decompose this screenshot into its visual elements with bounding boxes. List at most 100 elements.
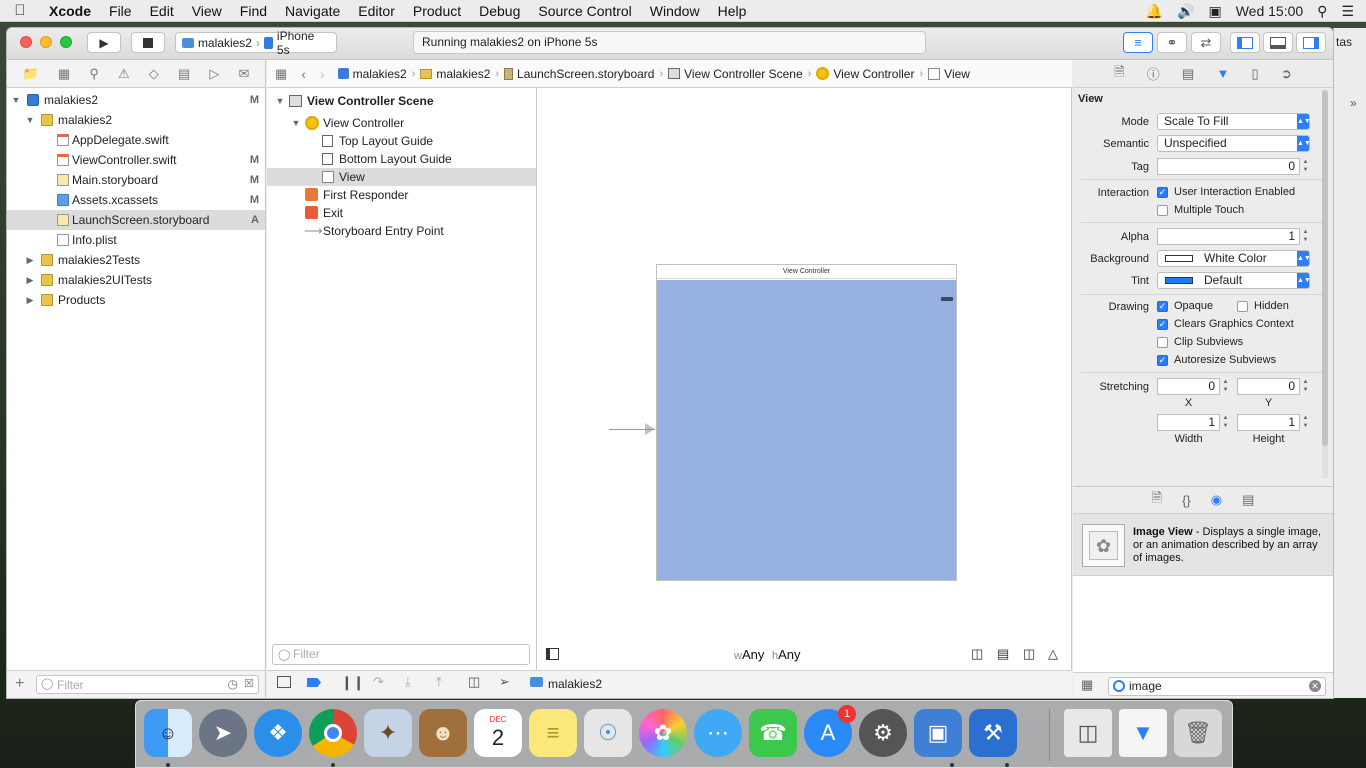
test-navigator-icon[interactable]: ◇ [149, 66, 159, 82]
file-inspector-icon[interactable]: 🗎 [1114, 63, 1124, 85]
safari-icon[interactable]: ❖ [254, 709, 302, 757]
tree-row-file[interactable]: ViewController.swift M [7, 150, 265, 170]
display-icon[interactable]: ▣ [1208, 3, 1221, 20]
debug-navigator-icon[interactable]: ▤ [178, 66, 190, 82]
debug-target-name[interactable]: malakies2 [548, 677, 602, 691]
attributes-inspector-icon[interactable]: ▼ [1216, 66, 1229, 81]
disclosure-open-icon[interactable]: ▼ [25, 110, 35, 130]
tree-row-file-selected[interactable]: LaunchScreen.storyboard A [7, 210, 265, 230]
stretch-width-stepper-icon[interactable]: ▲ ▼ [1221, 414, 1230, 431]
tree-row-file[interactable]: Assets.xcassets M [7, 190, 265, 210]
object-library-icon[interactable]: ◉ [1211, 492, 1222, 508]
step-into-icon[interactable]: ⤓ [405, 674, 411, 690]
downloads-icon[interactable]: ▼ [1119, 709, 1167, 757]
run-button[interactable]: ▶ [87, 32, 121, 53]
scrollbar-thumb[interactable] [1322, 90, 1328, 446]
standard-editor-button[interactable]: ≡ [1123, 32, 1153, 53]
stretch-y-field[interactable]: 0 [1237, 378, 1300, 395]
location-icon[interactable]: ➢ [499, 674, 510, 690]
menu-edit[interactable]: Edit [141, 0, 183, 22]
breadcrumb-view-controller[interactable]: View Controller [811, 67, 919, 81]
disclosure-open-icon[interactable]: ▼ [275, 92, 285, 110]
report-navigator-icon[interactable]: ✉ [239, 66, 250, 82]
file-template-library-icon[interactable]: 🗎 [1152, 489, 1162, 511]
notification-center-icon[interactable]: ☰ [1341, 3, 1354, 20]
view-hierarchy-icon[interactable]: ◫ [468, 674, 480, 690]
menu-find[interactable]: Find [231, 0, 276, 22]
version-editor-button[interactable]: ⇄ [1191, 32, 1221, 53]
entry-point-arrow-icon[interactable] [645, 423, 655, 435]
outline-filter-input[interactable]: ◯ Filter [272, 644, 530, 665]
pause-icon[interactable]: ❙❙ [341, 674, 364, 691]
toggle-utilities-button[interactable] [1296, 32, 1326, 53]
preview-icon[interactable]: ✦ [364, 709, 412, 757]
tree-row-group[interactable]: ▶ Products [7, 290, 265, 310]
background-popup[interactable]: White Color ▲▼ [1157, 250, 1311, 267]
volume-icon[interactable]: 🔊 [1177, 3, 1194, 20]
outline-row-first-responder[interactable]: First Responder [267, 186, 536, 204]
breadcrumb-scene[interactable]: View Controller Scene [663, 67, 808, 81]
outline-row-entry-point[interactable]: ⟶ Storyboard Entry Point [267, 222, 536, 240]
disclosure-closed-icon[interactable]: ▶ [25, 290, 35, 310]
hide-debug-area-icon[interactable] [277, 676, 291, 688]
multiple-touch-checkbox[interactable] [1157, 205, 1168, 216]
library-search-input[interactable]: image ✕ [1108, 677, 1326, 696]
spotlight-search-icon[interactable]: ⚲ [1317, 3, 1327, 20]
root-view[interactable] [657, 280, 956, 580]
disclosure-open-icon[interactable]: ▼ [291, 114, 301, 132]
outline-row-scene[interactable]: ▼ View Controller Scene [267, 92, 536, 110]
view-controller-scene[interactable]: View Controller [656, 264, 957, 581]
symbol-navigator-icon[interactable]: ▦ [58, 66, 70, 82]
outline-row-bottom-layout-guide[interactable]: Bottom Layout Guide [267, 150, 536, 168]
related-items-icon[interactable]: ▦ [267, 66, 295, 82]
resolve-auto-layout-icon[interactable]: △ [1048, 646, 1058, 662]
menu-app-name[interactable]: Xcode [40, 0, 100, 22]
scene-title[interactable]: View Controller [657, 265, 956, 279]
menu-navigate[interactable]: Navigate [276, 0, 349, 22]
tree-row-group[interactable]: ▼ malakies2 [7, 110, 265, 130]
tree-row-file[interactable]: AppDelegate.swift [7, 130, 265, 150]
autoresize-subviews-checkbox[interactable]: ✓ [1157, 355, 1168, 366]
tag-field[interactable]: 0 [1157, 158, 1300, 175]
minimize-window-button[interactable] [40, 36, 52, 48]
outline-row-view-controller[interactable]: ▼ View Controller [267, 114, 536, 132]
stretch-x-field[interactable]: 0 [1157, 378, 1220, 395]
step-out-icon[interactable]: ⤒ [436, 674, 442, 690]
scm-filter-icon[interactable]: ☒ [244, 677, 254, 690]
stretch-y-stepper-icon[interactable]: ▲ ▼ [1301, 378, 1310, 395]
disk-image-icon[interactable]: ◫ [1064, 709, 1112, 757]
xcode-simulator-icon[interactable]: ▣ [914, 709, 962, 757]
menu-view[interactable]: View [183, 0, 231, 22]
issue-navigator-icon[interactable]: ⚠ [118, 66, 130, 82]
contacts-icon[interactable]: ☻ [419, 709, 467, 757]
stretch-x-stepper-icon[interactable]: ▲ ▼ [1221, 378, 1230, 395]
tree-row-group[interactable]: ▶ malakies2UITests [7, 270, 265, 290]
disclosure-open-icon[interactable]: ▼ [11, 90, 21, 110]
toggle-navigator-button[interactable] [1230, 32, 1260, 53]
pin-icon[interactable]: ◫ [1023, 646, 1035, 662]
breadcrumb-group[interactable]: malakies2 [415, 67, 495, 81]
menu-debug[interactable]: Debug [470, 0, 529, 22]
tag-stepper-icon[interactable]: ▲ ▼ [1301, 158, 1310, 175]
alpha-field[interactable]: 1 [1157, 228, 1300, 245]
scheme-selector[interactable]: malakies2 › iPhone 5s [175, 29, 337, 57]
tint-popup[interactable]: Default ▲▼ [1157, 272, 1311, 289]
expand-chevron-icon[interactable]: » [1350, 96, 1357, 110]
facetime-icon[interactable]: ☎ [749, 709, 797, 757]
menu-editor[interactable]: Editor [349, 0, 404, 22]
storyboard-canvas[interactable]: View Controller wAny hAny ◫ ▤ ◫ △ [537, 88, 1072, 670]
opaque-checkbox[interactable]: ✓ [1157, 301, 1168, 312]
mode-popup[interactable]: Scale To Fill ▲▼ [1157, 113, 1311, 130]
system-preferences-icon[interactable]: ⚙ [859, 709, 907, 757]
navigator-filter-input[interactable]: ◯ Filter ◷ ☒ [36, 675, 259, 694]
tree-row-file[interactable]: Main.storyboard M [7, 170, 265, 190]
close-window-button[interactable] [20, 36, 32, 48]
menu-help[interactable]: Help [709, 0, 756, 22]
launchpad-icon[interactable]: ➤ [199, 709, 247, 757]
tree-row-project[interactable]: ▼ malakies2 M [7, 90, 265, 110]
forward-arrow-icon[interactable]: › [312, 66, 333, 82]
back-arrow-icon[interactable]: ‹ [295, 66, 312, 82]
menu-window[interactable]: Window [641, 0, 709, 22]
embed-in-stack-icon[interactable]: ◫ [971, 646, 983, 662]
stretch-height-field[interactable]: 1 [1237, 414, 1300, 431]
